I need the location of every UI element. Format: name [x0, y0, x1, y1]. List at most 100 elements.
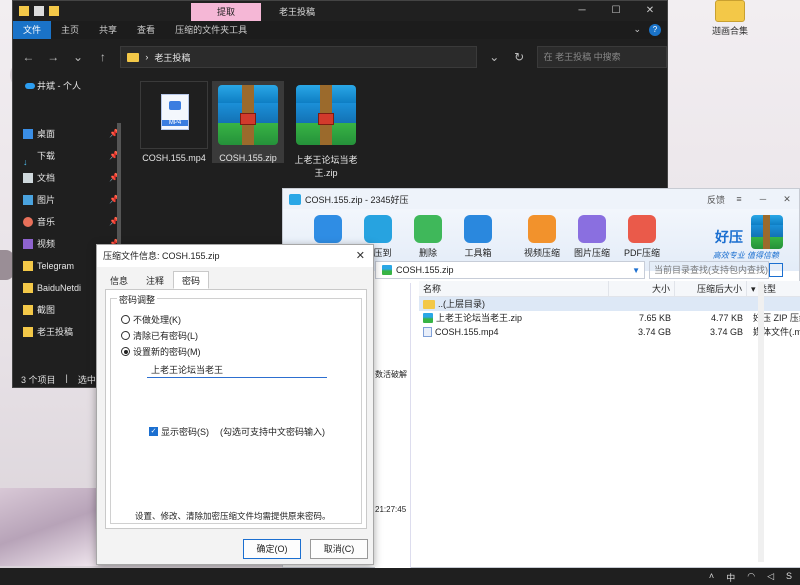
radio-keep[interactable]: 不做处理(K) [121, 313, 181, 326]
dialog-titlebar: 压缩文件信息: COSH.155.zip ✕ [97, 245, 373, 267]
sidebar-item-label: 截图 [37, 305, 56, 315]
chevron-down-icon[interactable]: ⌄ [71, 50, 86, 64]
archive-file-list: 名称 大小 压缩后大小 ▾ 类型 ..(上层目录) 上老王论坛当老王.zip 7… [419, 281, 800, 567]
tool-label: 视频压缩 [523, 248, 560, 258]
close-icon[interactable]: ✕ [775, 189, 799, 209]
minimize-icon[interactable]: ─ [565, 1, 599, 21]
properties-icon[interactable] [34, 6, 44, 16]
chevron-up-icon[interactable]: ˄ [709, 571, 714, 584]
file-name: 上老王论坛当老王.zip [294, 155, 358, 178]
folder-icon[interactable] [19, 6, 29, 16]
file-item[interactable]: MP4 COSH.155.mp4 [138, 81, 210, 163]
search-icon[interactable] [769, 263, 783, 277]
show-password-checkbox[interactable]: ✓ 显示密码(S) (勾选可支持中文密码输入) [149, 425, 325, 438]
maximize-icon[interactable]: ☐ [599, 1, 633, 21]
tool-label: PDF压缩 [623, 248, 660, 258]
divider: | [65, 373, 68, 383]
radio-circle-selected [121, 347, 130, 356]
radio-label: 清除已有密码(L) [133, 331, 198, 341]
tab-password[interactable]: 密码 [173, 271, 210, 289]
file-item[interactable]: 上老王论坛当老王.zip [290, 81, 362, 179]
column-name[interactable]: 名称 [419, 281, 609, 296]
close-icon[interactable]: ✕ [356, 245, 365, 267]
feedback-link[interactable]: 反馈 [707, 193, 725, 206]
refresh-icon[interactable]: ↻ [512, 50, 527, 64]
archive-search-input[interactable]: 当前目录查找(支持包内查找) [649, 261, 769, 279]
sidebar-item-downloads[interactable]: ↓ 下载 📌 [13, 145, 123, 167]
radio-clear-password[interactable]: 清除已有密码(L) [121, 329, 198, 342]
folder-icon [23, 261, 33, 271]
video-file-icon [423, 327, 432, 337]
ime-indicator[interactable]: 中 [726, 571, 735, 584]
folder-icon [423, 299, 435, 309]
sidebar-item-desktop[interactable]: 桌面 📌 [13, 123, 123, 145]
back-arrow-icon[interactable]: ← [21, 50, 36, 64]
sidebar-item-label: 视频 [37, 239, 56, 249]
toolbox-button[interactable]: 工具箱 [453, 215, 503, 259]
tab-comment[interactable]: 注释 [137, 271, 173, 289]
password-field[interactable]: 上老王论坛当老王 [147, 363, 327, 378]
cloud-icon [25, 83, 35, 89]
folder-icon [23, 283, 33, 293]
desktop-icon[interactable]: 迦画合集 [700, 0, 760, 37]
tab-view[interactable]: 查看 [127, 21, 165, 39]
brand-slogan: 高效专业 值得信赖 [712, 251, 779, 260]
tab-compressed-tools[interactable]: 压缩的文件夹工具 [165, 21, 257, 39]
pdf-compress-button[interactable]: PDF压缩 [617, 215, 667, 259]
password-panel: 密码调整 不做处理(K) 清除已有密码(L) 设置新的密码(M) 上老王论坛当老… [105, 289, 367, 529]
sidebar-item-onedrive[interactable]: 井斌 - 个人 [13, 75, 123, 97]
column-type[interactable]: ▾ 类型 [747, 281, 800, 296]
delete-button[interactable]: 删除 [403, 215, 453, 259]
minimize-icon[interactable]: ─ [751, 189, 775, 209]
file-item-selected[interactable]: COSH.155.zip [212, 81, 284, 163]
checkbox-checked-icon: ✓ [149, 427, 158, 436]
context-tab-extract[interactable]: 提取 [191, 3, 261, 21]
menu-icon[interactable]: ≡ [727, 189, 751, 209]
forward-arrow-icon[interactable]: → [46, 50, 61, 64]
address-bar[interactable]: › 老王投稿 [120, 46, 477, 68]
radio-circle [121, 331, 130, 340]
volume-icon[interactable]: ◁ [767, 571, 774, 584]
sidebar-item-label: 音乐 [37, 217, 56, 227]
folder-icon [23, 327, 33, 337]
trash-icon [414, 215, 442, 243]
table-row[interactable]: COSH.155.mp4 3.74 GB 3.74 GB 媒体文件(.mp [419, 325, 800, 339]
radio-label: 不做处理(K) [133, 315, 181, 325]
tab-file[interactable]: 文件 [13, 21, 52, 39]
search-input[interactable]: 在 老王投稿 中搜索 [536, 46, 667, 68]
help-icon[interactable]: ? [649, 24, 661, 36]
language-indicator[interactable]: S [786, 571, 792, 584]
zip-archive-icon [214, 81, 282, 149]
archive-path: COSH.155.zip [396, 265, 454, 275]
tab-info[interactable]: 信息 [101, 271, 137, 289]
haozip-scrollbar[interactable] [758, 282, 764, 562]
tab-share[interactable]: 共享 [89, 21, 127, 39]
new-folder-icon[interactable] [49, 6, 59, 16]
archive-path-bar[interactable]: COSH.155.zip ▼ [375, 261, 645, 279]
close-icon[interactable]: ✕ [633, 1, 667, 21]
list-header: 名称 大小 压缩后大小 ▾ 类型 [419, 281, 800, 297]
column-size[interactable]: 大小 [609, 281, 675, 296]
wifi-icon[interactable]: ◠ [747, 571, 755, 584]
tab-home[interactable]: 主页 [51, 21, 89, 39]
sidebar-item-music[interactable]: 音乐 📌 [13, 211, 123, 233]
video-compress-button[interactable]: 视频压缩 [517, 215, 567, 259]
chevron-down-icon[interactable]: ⌄ [487, 50, 502, 64]
navigation-bar: ← → ⌄ ↑ › 老王投稿 ⌄ ↻ 在 老王投稿 中搜索 [13, 39, 667, 75]
sidebar-item-pictures[interactable]: 图片 📌 [13, 189, 123, 211]
chevron-down-icon[interactable]: ⌄ [633, 24, 641, 36]
image-compress-button[interactable]: 图片压缩 [567, 215, 617, 259]
cancel-button[interactable]: 取消(C) [310, 539, 368, 559]
zip-archive-icon [292, 81, 360, 149]
sidebar-item-label: 下载 [37, 151, 56, 161]
table-row[interactable]: ..(上层目录) [419, 297, 800, 311]
column-packed-size[interactable]: 压缩后大小 [675, 281, 747, 296]
chevron-down-icon[interactable]: ▼ [632, 266, 640, 275]
group-label: 密码调整 [117, 293, 158, 306]
video-icon [528, 215, 556, 243]
sidebar-item-documents[interactable]: 文档 📌 [13, 167, 123, 189]
table-row[interactable]: 上老王论坛当老王.zip 7.65 KB 4.77 KB 好压 ZIP 压缩 [419, 311, 800, 325]
up-arrow-icon[interactable]: ↑ [95, 50, 110, 64]
ok-button[interactable]: 确定(O) [243, 539, 301, 559]
radio-set-password[interactable]: 设置新的密码(M) [121, 345, 201, 358]
